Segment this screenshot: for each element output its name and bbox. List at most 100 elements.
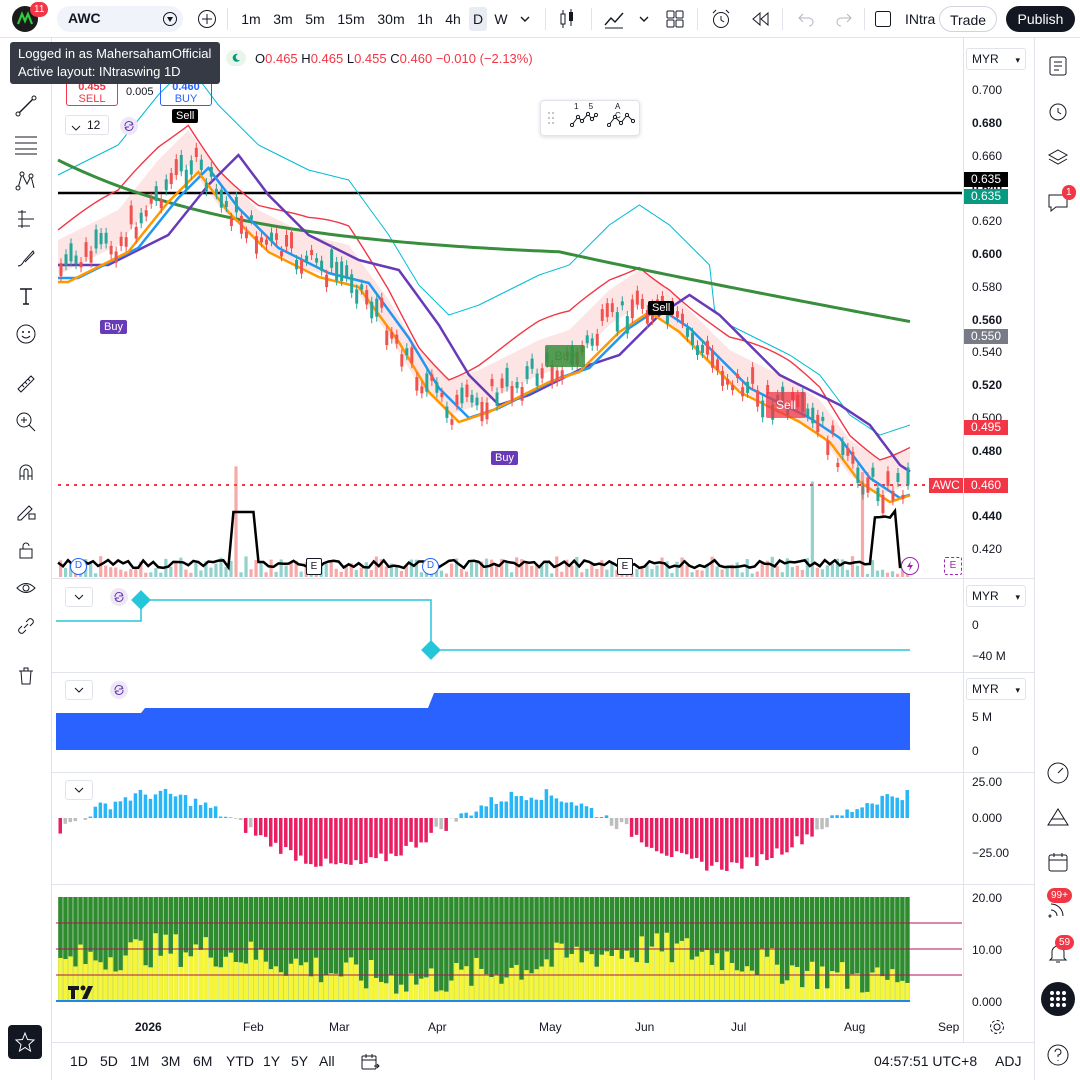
tradingview-logo[interactable] <box>66 983 102 1001</box>
pane5-yellow-bar <box>278 972 284 1002</box>
pane5-yellow-bar <box>559 943 564 1002</box>
pane-collapse-button[interactable] <box>65 680 93 700</box>
dividend-marker[interactable]: D <box>70 558 87 575</box>
range-1y[interactable]: 1Y <box>263 1053 280 1069</box>
candle-body <box>144 210 148 217</box>
range-1d[interactable]: 1D <box>70 1053 88 1069</box>
drag-handle-icon[interactable] <box>547 111 555 128</box>
candle-body <box>701 344 705 353</box>
histogram-bar <box>760 818 764 855</box>
range-all[interactable]: All <box>319 1053 335 1069</box>
volume-bar <box>239 572 243 577</box>
candle-body <box>390 331 394 339</box>
candle-body <box>610 303 614 313</box>
histogram-bar <box>579 803 584 818</box>
candle-body <box>540 368 544 379</box>
pane-divider[interactable] <box>52 578 1034 579</box>
currency-selector[interactable]: MYR ▾ <box>966 48 1026 70</box>
price-axis-tick: 0.520 <box>972 378 1003 393</box>
range-3m[interactable]: 3M <box>161 1053 180 1069</box>
earnings-marker[interactable]: E <box>617 558 633 575</box>
pane-divider[interactable] <box>52 884 1034 885</box>
candle-body <box>690 332 694 345</box>
histogram-bar <box>509 791 514 818</box>
candle-body <box>295 259 299 270</box>
histogram-bar <box>329 818 333 864</box>
pane5-yellow-bar <box>885 979 890 1002</box>
logged-in-text: Logged in as MahersahamOfficial <box>18 46 212 61</box>
adj-toggle[interactable]: ADJ <box>995 1053 1021 1069</box>
histogram-bar <box>775 818 779 849</box>
histogram-bar <box>324 818 328 859</box>
pane-collapse-button[interactable] <box>65 780 93 800</box>
pane5-yellow-bar <box>604 951 609 1002</box>
candle-body <box>269 232 273 242</box>
volume-bar <box>890 571 895 577</box>
range-ytd[interactable]: YTD <box>226 1053 254 1069</box>
pane-divider[interactable] <box>52 672 1034 673</box>
chart-canvas[interactable] <box>0 0 1080 1080</box>
volume-bar <box>775 566 779 577</box>
pane-divider[interactable] <box>52 772 1034 773</box>
buy-signal-label: Buy <box>491 451 518 465</box>
currency-selector[interactable]: MYR ▾ <box>966 678 1026 700</box>
histogram-bar <box>474 811 478 818</box>
candle-body <box>841 441 845 455</box>
pane5-yellow-bar <box>138 940 143 1002</box>
abc-wave-icon[interactable] <box>606 111 636 130</box>
account-tooltip: Logged in as MahersahamOfficial Active l… <box>10 42 220 84</box>
range-1m[interactable]: 1M <box>130 1053 149 1069</box>
histogram-bar <box>700 818 704 862</box>
volume-bar <box>580 572 584 577</box>
histogram-bar <box>389 818 393 854</box>
pane5-yellow-bar <box>684 938 690 1002</box>
histogram-bar <box>694 818 699 859</box>
histogram-bar <box>484 806 488 818</box>
pane5-yellow-bar <box>624 950 630 1002</box>
pattern-widget[interactable]: 1 5 A C <box>540 100 640 136</box>
pane5-yellow-bar <box>739 971 745 1002</box>
range-6m[interactable]: 6M <box>193 1053 212 1069</box>
candle-body <box>124 237 128 247</box>
range-5d[interactable]: 5D <box>100 1053 118 1069</box>
pane5-yellow-bar <box>288 963 294 1002</box>
volume-bar <box>490 559 494 577</box>
volume-bar <box>344 566 348 577</box>
candle-body <box>74 255 78 265</box>
elliott-wave-icon[interactable] <box>569 111 599 130</box>
refresh-icon[interactable] <box>110 681 128 699</box>
pane-collapse-button[interactable] <box>65 587 93 607</box>
histogram-bar <box>163 788 168 818</box>
volume-bar <box>660 557 664 577</box>
pane5-yellow-bar <box>163 934 168 1002</box>
pane5-yellow-bar <box>679 940 685 1002</box>
volume-bar <box>845 569 850 577</box>
currency-selector[interactable]: MYR ▾ <box>966 585 1026 607</box>
refresh-icon[interactable] <box>110 588 128 606</box>
flash-event-icon[interactable] <box>901 557 919 575</box>
indicators-toggle[interactable]: 12 <box>65 115 109 135</box>
dividend-marker[interactable]: D <box>422 558 439 575</box>
date-range-calendar-icon[interactable] <box>360 1052 380 1075</box>
candle-body <box>164 179 168 191</box>
range-5y[interactable]: 5Y <box>291 1053 308 1069</box>
histogram-bar <box>494 804 499 818</box>
earnings-marker[interactable]: E <box>306 558 322 575</box>
pane5-yellow-bar <box>368 959 374 1002</box>
volume-bar <box>815 567 819 577</box>
volume-bar <box>605 569 609 577</box>
pane5-yellow-bar <box>454 963 459 1002</box>
candle-body <box>224 201 228 208</box>
clock-timezone[interactable]: 04:57:51 UTC+8 <box>874 1053 977 1069</box>
axis-settings-gear-icon[interactable] <box>989 1019 1005 1038</box>
candle-body <box>264 239 268 245</box>
volume-bar <box>279 559 283 577</box>
candle-body <box>440 392 444 398</box>
pane5-yellow-bar <box>479 968 484 1002</box>
high-label: H <box>301 51 311 66</box>
future-earnings-marker[interactable]: E <box>944 557 962 575</box>
volume-bar <box>149 572 153 577</box>
pane5-yellow-bar <box>378 981 384 1002</box>
refresh-icon[interactable] <box>120 117 138 135</box>
pane5-yellow-bar <box>900 980 905 1002</box>
